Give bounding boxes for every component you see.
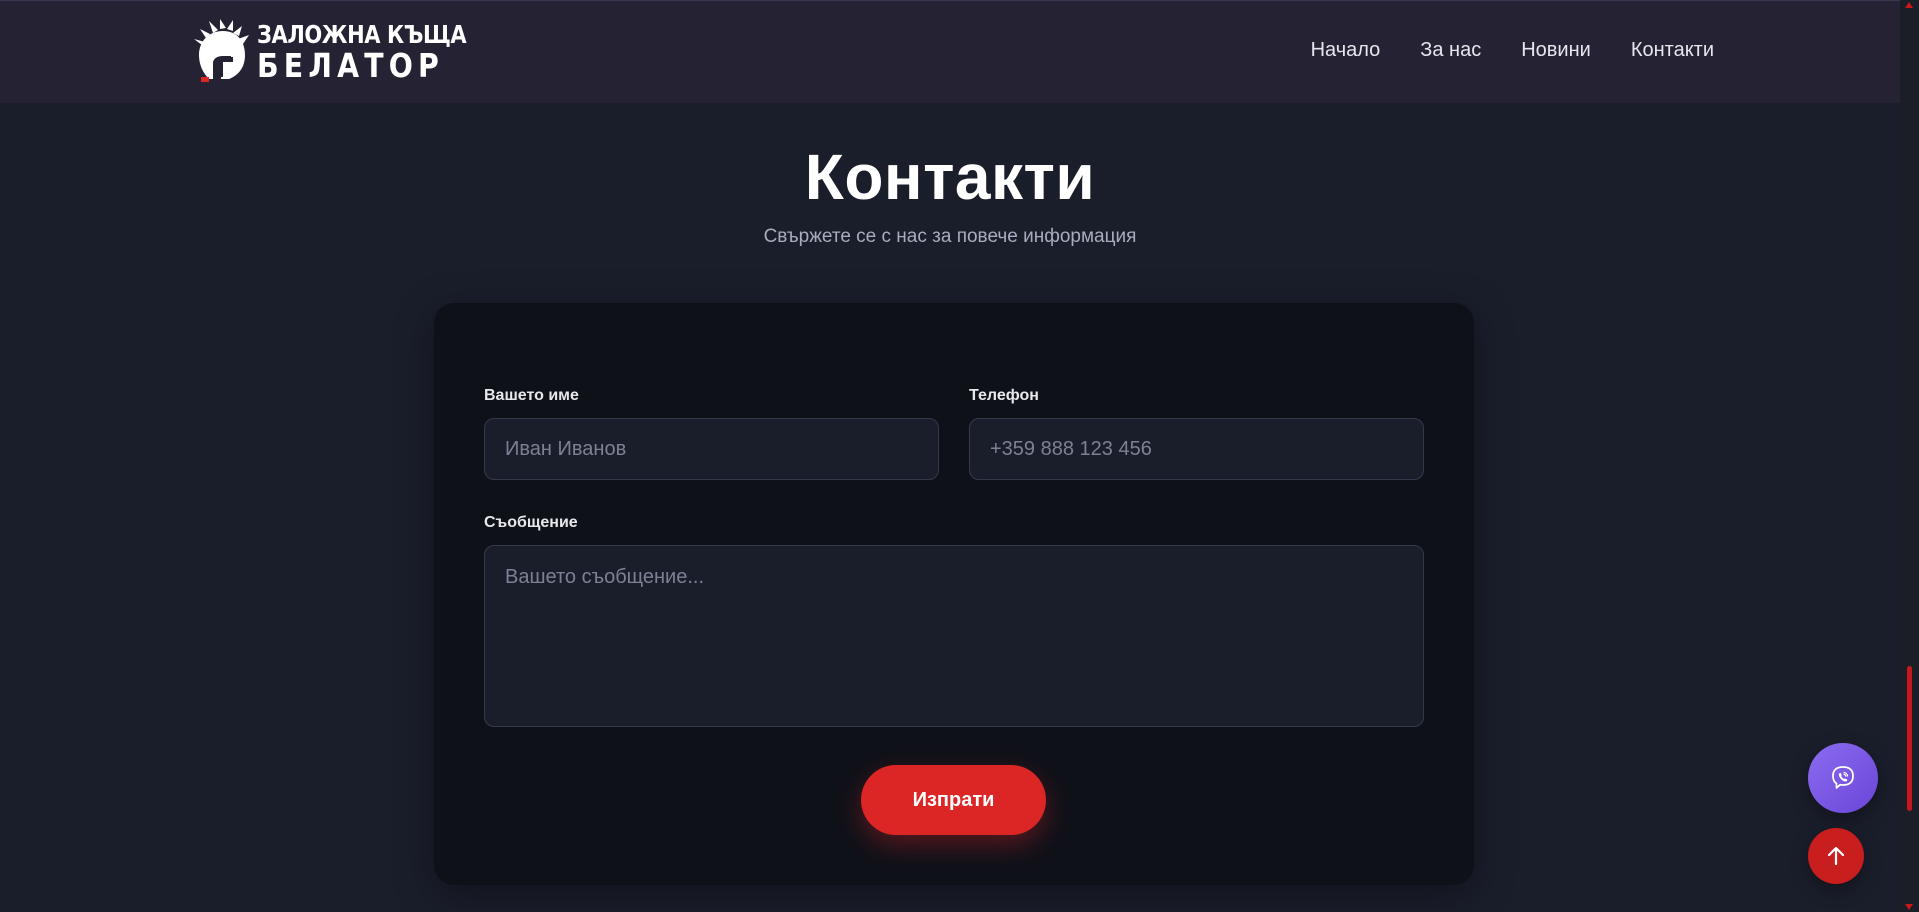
submit-button[interactable]: Изпрати: [861, 765, 1046, 835]
page-title: Контакти: [804, 141, 1096, 213]
arrow-up-icon: [1827, 846, 1845, 866]
nav-link-contacts[interactable]: Контакти: [1631, 39, 1714, 62]
nav-link-news[interactable]: Новини: [1521, 39, 1591, 62]
page-subtitle: Свържете се с нас за повече информация: [763, 226, 1137, 247]
message-label: Съобщение: [484, 514, 578, 531]
scroll-up-arrow[interactable]: [1905, 2, 1913, 8]
scroll-down-arrow[interactable]: [1905, 904, 1913, 910]
logo-line-1: ЗАЛОЖНА КЪЩА: [257, 20, 467, 49]
message-textarea[interactable]: [484, 545, 1424, 727]
nav-link-about[interactable]: За нас: [1420, 39, 1481, 62]
page: ЗАЛОЖНА КЪЩА БЕЛАТОР Начало За нас Новин…: [0, 0, 1919, 912]
phone-label: Телефон: [969, 387, 1039, 404]
logo[interactable]: ЗАЛОЖНА КЪЩА БЕЛАТОР: [193, 19, 467, 85]
scroll-to-top-button[interactable]: [1808, 828, 1864, 884]
phone-input[interactable]: [969, 418, 1424, 480]
logo-line-2: БЕЛАТОР: [257, 46, 444, 85]
name-input[interactable]: [484, 418, 939, 480]
main-nav: Начало За нас Новини Контакти: [1311, 39, 1714, 62]
scrollbar-thumb[interactable]: [1907, 666, 1912, 811]
nav-link-home[interactable]: Начало: [1311, 39, 1381, 62]
logo-text: ЗАЛОЖНА КЪЩА БЕЛАТОР: [257, 22, 506, 82]
spartan-helmet-icon: [194, 19, 249, 82]
name-label: Вашето име: [484, 387, 579, 404]
viber-icon: [1832, 766, 1854, 789]
viber-button[interactable]: [1808, 743, 1878, 813]
site-header: ЗАЛОЖНА КЪЩА БЕЛАТОР Начало За нас Новин…: [0, 0, 1900, 103]
contact-form: Вашето име Телефон Съобщение Изпрати: [434, 303, 1474, 885]
scrollbar[interactable]: [1900, 0, 1919, 912]
